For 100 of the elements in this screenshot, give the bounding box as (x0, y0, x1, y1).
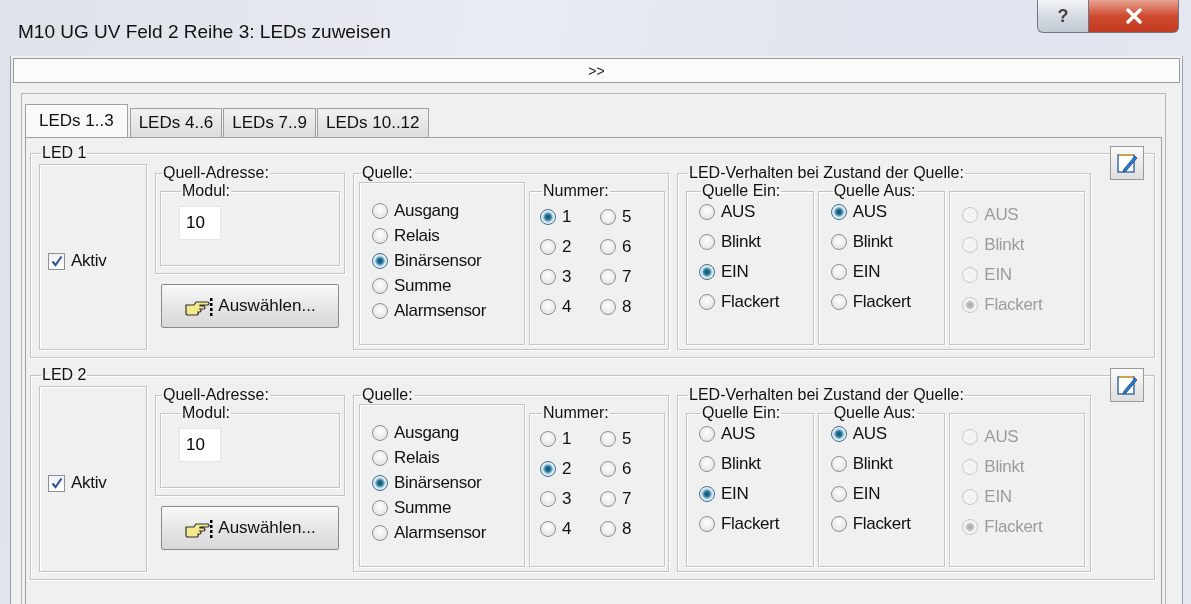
group-label: LED-Verhalten bei Zustand der Quelle: (688, 164, 965, 182)
radio-button[interactable] (372, 278, 388, 294)
radio-button[interactable] (372, 475, 388, 491)
radio-button[interactable] (372, 203, 388, 219)
radio-label: 8 (622, 519, 632, 539)
radio-button[interactable] (699, 456, 715, 472)
radio-button[interactable] (830, 264, 847, 280)
radio-button[interactable] (372, 525, 388, 541)
radio-button[interactable] (600, 521, 616, 537)
radio-button[interactable] (830, 204, 847, 220)
radio-label: Flackert (721, 514, 780, 534)
radio-label: 8 (622, 297, 632, 317)
expand-button[interactable]: >> (13, 58, 1180, 83)
radio-button[interactable] (600, 209, 616, 225)
radio-button[interactable] (830, 426, 847, 442)
group-label: LED 1 (41, 144, 88, 162)
radio-button[interactable] (600, 431, 616, 447)
radio-button[interactable] (699, 426, 715, 442)
close-button[interactable] (1089, 0, 1179, 33)
radio-button[interactable] (830, 294, 847, 310)
radio-label: EIN (721, 484, 749, 504)
radio-button[interactable] (699, 264, 715, 280)
group-label: Quell-Adresse: (162, 164, 270, 182)
radio-button[interactable] (372, 500, 388, 516)
radio-button[interactable] (600, 491, 616, 507)
edit-button[interactable] (1110, 146, 1144, 180)
radio-label: Binärsensor (394, 473, 482, 493)
radio-label: AUS (721, 202, 756, 222)
radio-label: 7 (622, 489, 632, 509)
radio-label: 1 (562, 429, 572, 449)
radio-label: AUS (852, 424, 887, 444)
radio-label: Relais (394, 448, 440, 468)
module-field[interactable]: 10 (179, 206, 221, 240)
radio-button[interactable] (540, 431, 556, 447)
radio-label: Blinkt (984, 235, 1025, 255)
tab[interactable]: LEDs 10..12 (316, 108, 429, 137)
radio-button[interactable] (372, 253, 388, 269)
radio-label: 4 (562, 519, 572, 539)
radio-label: Blinkt (721, 454, 761, 474)
radio-button[interactable] (830, 516, 847, 532)
radio-button[interactable] (600, 461, 616, 477)
radio-button[interactable] (830, 234, 847, 250)
radio-label: EIN (852, 262, 881, 282)
pointing-hand-icon (184, 297, 215, 319)
radio-label: Ausgang (394, 201, 459, 221)
radio-button[interactable] (540, 461, 556, 477)
radio-label: 5 (622, 207, 632, 227)
edit-button[interactable] (1110, 368, 1144, 402)
radio-label: Flackert (721, 292, 780, 312)
radio-button[interactable] (699, 294, 715, 310)
radio-button[interactable] (372, 228, 388, 244)
select-button[interactable]: Auswählen... (161, 284, 339, 328)
radio-button[interactable] (372, 425, 388, 441)
radio-button[interactable] (540, 239, 556, 255)
group-label: Nummer: (542, 404, 610, 422)
radio-label: Blinkt (852, 232, 893, 252)
notepad-pencil-icon (1116, 374, 1138, 396)
radio-button[interactable] (600, 299, 616, 315)
radio-label: 3 (562, 267, 572, 287)
radio-label: Summe (394, 498, 452, 518)
tab[interactable]: LEDs 1..3 (25, 104, 128, 137)
pointing-hand-icon (184, 519, 215, 541)
radio-button[interactable] (372, 303, 388, 319)
radio-button[interactable] (699, 486, 715, 502)
radio-button[interactable] (830, 456, 847, 472)
radio-label: Binärsensor (394, 251, 482, 271)
checkbox[interactable] (48, 252, 65, 270)
check-icon (50, 255, 63, 267)
radio-label: Relais (394, 226, 440, 246)
module-field[interactable]: 10 (179, 428, 221, 462)
notepad-pencil-icon (1116, 152, 1138, 174)
radio-button[interactable] (699, 516, 715, 532)
group-label: LED 2 (41, 366, 88, 384)
radio-button[interactable] (699, 204, 715, 220)
radio-label: AUS (852, 202, 887, 222)
radio-label: 6 (622, 237, 632, 257)
tab[interactable]: LEDs 7..9 (223, 108, 316, 137)
radio-label: AUS (984, 427, 1019, 447)
radio-button[interactable] (600, 269, 616, 285)
radio-label: 7 (622, 267, 632, 287)
tab[interactable]: LEDs 4..6 (129, 108, 223, 137)
group-label: Quelle: (361, 386, 414, 404)
radio-button[interactable] (600, 239, 616, 255)
help-button[interactable]: ? (1037, 0, 1089, 33)
radio-button[interactable] (372, 450, 388, 466)
group-label: Quelle Aus: (832, 182, 917, 200)
radio-label: Flackert (984, 295, 1043, 315)
select-button[interactable]: Auswählen... (161, 506, 339, 550)
radio-button[interactable] (540, 269, 556, 285)
radio-button[interactable] (540, 209, 556, 225)
radio-label: AUS (984, 205, 1019, 225)
radio-button[interactable] (540, 299, 556, 315)
radio-button[interactable] (830, 486, 847, 502)
radio-label: 2 (562, 459, 572, 479)
group-label: Quelle Ein: (701, 182, 782, 200)
radio-button[interactable] (540, 491, 556, 507)
radio-button[interactable] (699, 234, 715, 250)
radio-label: 3 (562, 489, 572, 509)
radio-button[interactable] (540, 521, 556, 537)
checkbox[interactable] (48, 474, 65, 492)
